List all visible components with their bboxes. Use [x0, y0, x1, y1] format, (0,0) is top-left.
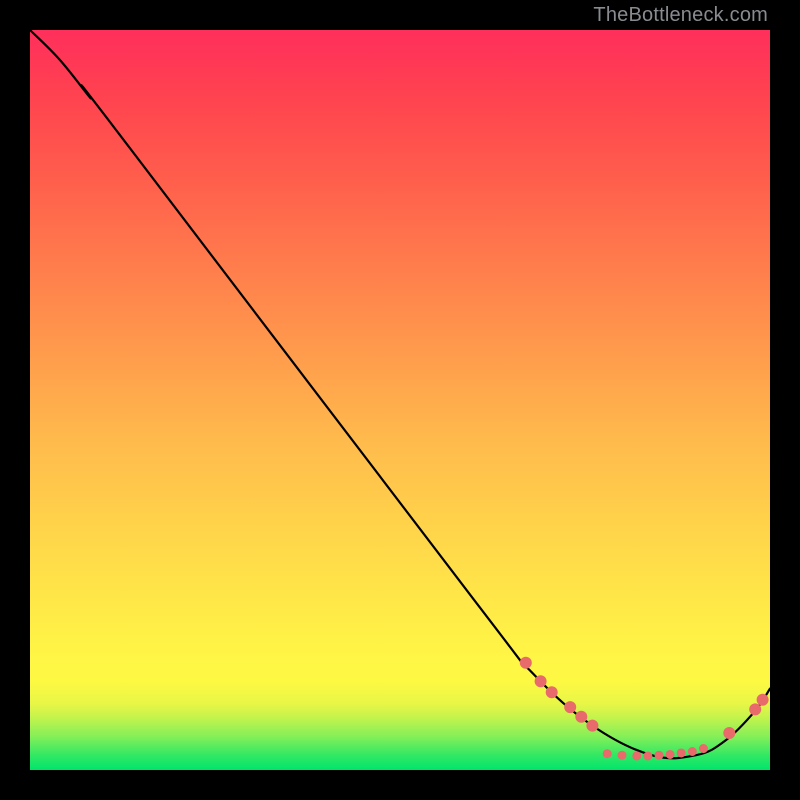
highlight-dot [565, 702, 576, 713]
highlight-dot [724, 728, 735, 739]
highlight-dot [618, 751, 626, 759]
highlight-dots-descending [520, 657, 598, 731]
highlight-dot [699, 745, 707, 753]
highlight-dot [520, 657, 531, 668]
watermark-label: TheBottleneck.com [593, 4, 768, 27]
highlight-dot [644, 752, 652, 760]
curve-svg [30, 30, 770, 770]
highlight-dot [587, 720, 598, 731]
bottleneck-curve [30, 30, 770, 758]
highlight-dot [603, 750, 611, 758]
highlight-dot [666, 750, 674, 758]
plot-area [30, 30, 770, 770]
chart-frame: TheBottleneck.com [0, 0, 800, 800]
highlight-dot [688, 748, 696, 756]
highlight-dot [633, 752, 641, 760]
highlight-dot [655, 751, 663, 759]
highlight-dot [576, 711, 587, 722]
highlight-dot [757, 694, 768, 705]
highlight-dots-bottom-row [603, 745, 707, 760]
highlight-dot [535, 676, 546, 687]
highlight-dot [750, 704, 761, 715]
highlight-dot [677, 749, 685, 757]
highlight-dot [546, 687, 557, 698]
highlight-dots-ascending [724, 694, 768, 738]
